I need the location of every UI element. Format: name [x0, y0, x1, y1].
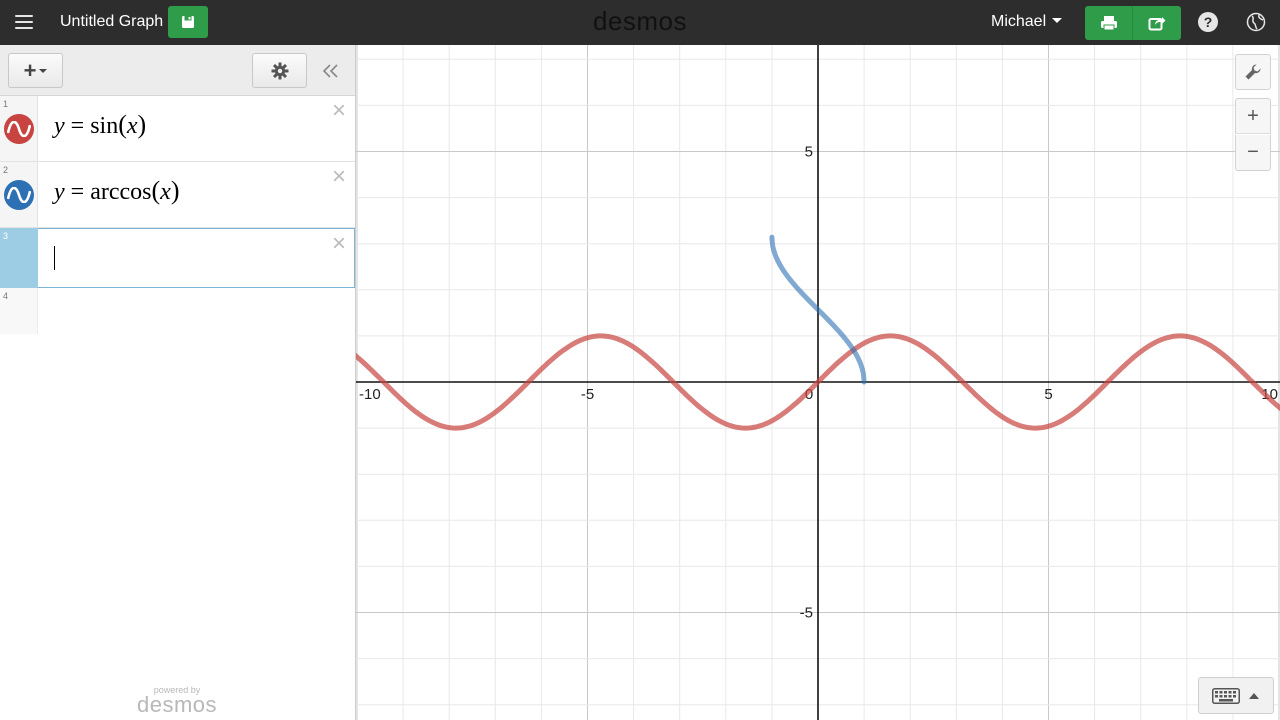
zoom-in-button[interactable]: + — [1235, 98, 1271, 134]
powered-by-logo: desmos — [136, 692, 218, 717]
text-cursor — [54, 246, 55, 270]
logo-text: desmos — [592, 6, 688, 36]
share-button[interactable] — [1133, 6, 1181, 40]
graph-actions — [1085, 6, 1181, 40]
user-menu[interactable]: Michael — [991, 13, 1063, 31]
expression-number: 3 — [3, 231, 9, 241]
top-bar: Untitled Graph desmos Michael ? — [0, 0, 1280, 45]
expression-row-empty[interactable]: 4 — [0, 288, 355, 334]
chevron-down-icon — [39, 68, 48, 73]
expression-number: 1 — [3, 99, 9, 109]
expression-gutter: 4 — [0, 288, 38, 334]
graph-style-icon[interactable] — [4, 114, 34, 144]
expression-row-active[interactable]: 3 × — [0, 228, 355, 288]
wrench-icon[interactable] — [1235, 54, 1271, 90]
save-button[interactable] — [168, 6, 208, 38]
expression-function: arccos — [90, 179, 152, 205]
x-tick-label: 5 — [1044, 386, 1052, 403]
expression-gutter: 2 — [0, 162, 38, 227]
expression-number: 4 — [3, 291, 9, 301]
save-icon — [182, 16, 194, 28]
delete-expression-icon[interactable]: × — [329, 165, 349, 189]
expression-list-panel: + 1 y = sin(x) × 2 y = arccos(x) × 3 × 4… — [0, 45, 356, 720]
chevron-down-icon — [1052, 18, 1063, 23]
expression-gutter: 3 — [0, 228, 38, 288]
graph-style-icon[interactable] — [4, 180, 34, 210]
expression-equals: = — [70, 179, 85, 205]
plus-icon: + — [1247, 104, 1259, 127]
expression-toolbar: + — [0, 45, 355, 96]
x-tick-label: -5 — [581, 386, 594, 403]
expression-function: sin — [90, 113, 119, 139]
print-icon — [1100, 16, 1117, 31]
add-item-button[interactable]: + — [8, 53, 63, 88]
help-icon[interactable]: ? — [1198, 12, 1218, 32]
delete-expression-icon[interactable]: × — [329, 232, 349, 256]
keyboard-toggle-button[interactable] — [1198, 677, 1274, 714]
delete-expression-icon[interactable]: × — [329, 99, 349, 123]
minus-icon: − — [1247, 141, 1259, 163]
expression-argument: x — [160, 179, 171, 205]
chevron-up-icon — [1249, 692, 1259, 699]
y-tick-label: -5 — [800, 605, 813, 622]
expression-gutter: 1 — [0, 96, 38, 161]
graph-paper[interactable]: -10 -5 0 5 10 5 -5 — [356, 45, 1280, 720]
hamburger-menu-icon[interactable] — [12, 11, 36, 33]
expression-row[interactable]: 1 y = sin(x) × — [0, 96, 355, 162]
expression-row[interactable]: 2 y = arccos(x) × — [0, 162, 355, 228]
graph-canvas[interactable]: -10 -5 0 5 105-5 — [356, 45, 1280, 720]
expression-number: 2 — [3, 165, 9, 175]
x-tick-label: -10 — [359, 386, 381, 403]
user-name: Michael — [991, 13, 1047, 30]
globe-icon[interactable] — [1246, 12, 1266, 32]
graph-title[interactable]: Untitled Graph — [60, 13, 163, 31]
keyboard-icon — [1212, 687, 1240, 704]
expression-argument: x — [126, 113, 138, 139]
plus-icon: + — [23, 57, 37, 83]
y-tick-label: 5 — [805, 144, 813, 161]
expression-input[interactable]: y = sin(x) — [54, 110, 146, 140]
expression-equals: = — [70, 113, 85, 139]
expression-variable: y — [54, 113, 65, 139]
expression-input[interactable]: y = arccos(x) — [54, 176, 180, 206]
settings-button[interactable] — [252, 53, 307, 88]
collapse-panel-icon[interactable] — [318, 59, 344, 83]
zoom-out-button[interactable]: − — [1235, 135, 1271, 171]
share-icon — [1148, 17, 1166, 31]
print-button[interactable] — [1085, 6, 1133, 40]
expression-variable: y — [54, 179, 65, 205]
powered-by-desmos[interactable]: powered by desmos — [136, 685, 218, 717]
gear-icon — [271, 62, 288, 79]
